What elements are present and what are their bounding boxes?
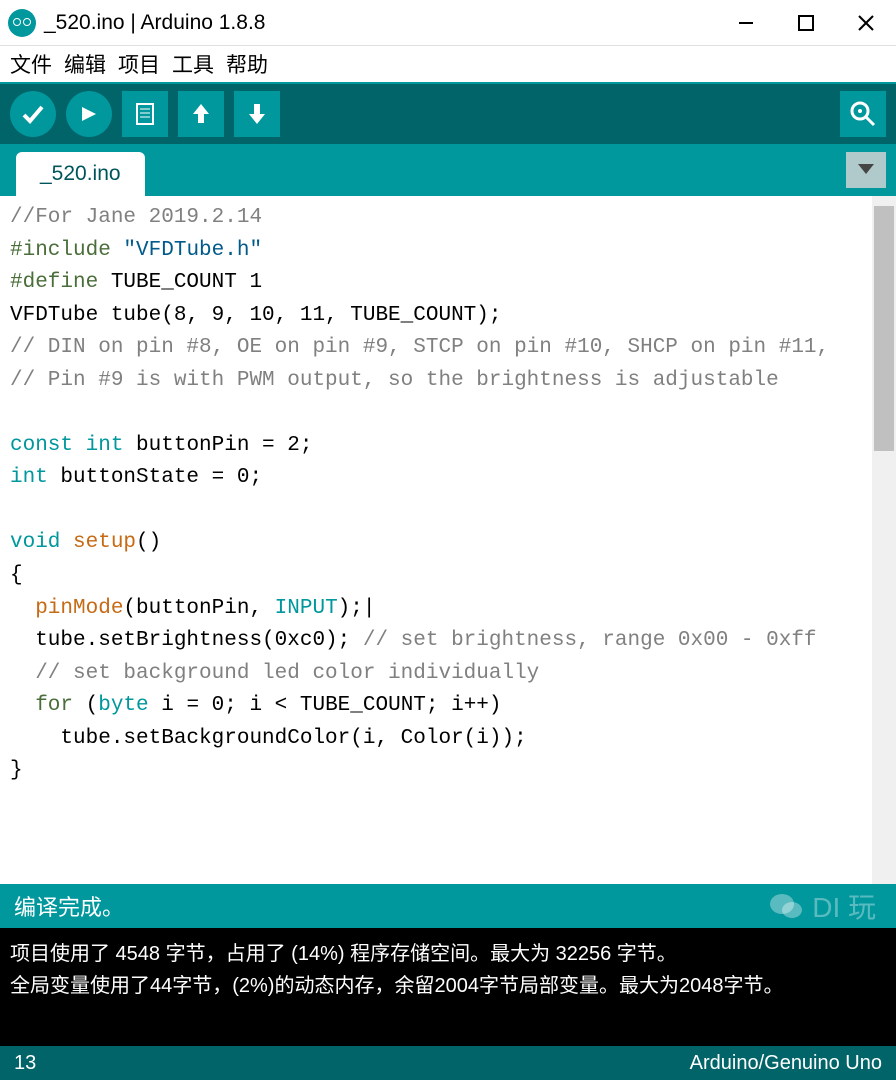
maximize-button[interactable]: [776, 0, 836, 46]
file-icon: [131, 100, 159, 128]
code-token: for: [10, 694, 73, 717]
window-title: _520.ino | Arduino 1.8.8: [44, 11, 716, 35]
code-line: // set background led color individually: [10, 662, 539, 685]
minimize-button[interactable]: [716, 0, 776, 46]
menu-help[interactable]: 帮助: [222, 47, 272, 81]
toolbar: [0, 82, 896, 144]
arrow-right-icon: [76, 101, 102, 127]
arrow-up-icon: [187, 100, 215, 128]
tab-menu-button[interactable]: [846, 152, 886, 188]
board-name: Arduino/Genuino Uno: [690, 1052, 882, 1075]
save-button[interactable]: [234, 91, 280, 137]
code-line: // DIN on pin #8, OE on pin #9, STCP on …: [10, 336, 829, 359]
code-token: (): [136, 531, 161, 554]
serial-monitor-button[interactable]: [840, 91, 886, 137]
tabbar: _520.ino: [0, 144, 896, 196]
code-token: byte: [98, 694, 148, 717]
code-editor[interactable]: //For Jane 2019.2.14 #include "VFDTube.h…: [0, 196, 872, 884]
editor-scrollbar[interactable]: [872, 196, 896, 884]
code-token: buttonPin = 2;: [123, 434, 312, 457]
code-token: pinMode: [10, 597, 123, 620]
code-token: i = 0; i < TUBE_COUNT; i++): [149, 694, 502, 717]
code-token: setup: [60, 531, 136, 554]
code-token: #include: [10, 239, 111, 262]
check-icon: [20, 101, 46, 127]
upload-button[interactable]: [66, 91, 112, 137]
status-bar: 编译完成。 DI 玩: [0, 884, 896, 928]
code-line: }: [10, 759, 23, 782]
code-line: // Pin #9 is with PWM output, so the bri…: [10, 369, 779, 392]
tab-file[interactable]: _520.ino: [16, 152, 145, 196]
arduino-app-icon: [8, 9, 36, 37]
magnifier-icon: [848, 99, 878, 129]
console: 项目使用了 4548 字节，占用了 (14%) 程序存储空间。最大为 32256…: [0, 928, 896, 1046]
arrow-down-icon: [243, 100, 271, 128]
new-button[interactable]: [122, 91, 168, 137]
scroll-thumb[interactable]: [874, 206, 894, 451]
watermark-text: DI 玩: [812, 886, 876, 926]
status-text: 编译完成。: [14, 890, 124, 922]
code-line: tube.setBackgroundColor(i, Color(i));: [10, 727, 527, 750]
menu-file[interactable]: 文件: [6, 47, 56, 81]
code-token: buttonState = 0;: [48, 466, 262, 489]
line-number: 13: [14, 1052, 36, 1075]
wechat-icon: [768, 890, 804, 922]
code-token: );: [338, 597, 363, 620]
console-line: 全局变量使用了44字节，(2%)的动态内存，余留2004字节局部变量。最大为20…: [10, 970, 886, 1002]
bottombar: 13 Arduino/Genuino Uno: [0, 1046, 896, 1080]
code-token: void: [10, 531, 60, 554]
code-token: INPUT: [275, 597, 338, 620]
code-token: (buttonPin,: [123, 597, 274, 620]
close-icon: [857, 14, 875, 32]
editor-area: //For Jane 2019.2.14 #include "VFDTube.h…: [0, 196, 896, 884]
minimize-icon: [737, 14, 755, 32]
code-token: const: [10, 434, 73, 457]
chevron-down-icon: [858, 164, 874, 176]
code-token: #define: [10, 271, 98, 294]
open-button[interactable]: [178, 91, 224, 137]
maximize-icon: [798, 15, 814, 31]
console-line: 项目使用了 4548 字节，占用了 (14%) 程序存储空间。最大为 32256…: [10, 938, 886, 970]
code-line: {: [10, 564, 23, 587]
menu-edit[interactable]: 编辑: [60, 47, 110, 81]
code-line: VFDTube tube(8, 9, 10, 11, TUBE_COUNT);: [10, 304, 501, 327]
code-token: (: [73, 694, 98, 717]
code-token: tube.setBrightness(0xc0);: [10, 629, 363, 652]
code-token: TUBE_COUNT 1: [98, 271, 262, 294]
verify-button[interactable]: [10, 91, 56, 137]
code-token: "VFDTube.h": [111, 239, 262, 262]
close-button[interactable]: [836, 0, 896, 46]
menu-tools[interactable]: 工具: [168, 47, 218, 81]
window-titlebar: _520.ino | Arduino 1.8.8: [0, 0, 896, 46]
code-line: //For Jane 2019.2.14: [10, 206, 262, 229]
menubar: 文件 编辑 项目 工具 帮助: [0, 46, 896, 82]
code-token: int: [73, 434, 123, 457]
code-token: int: [10, 466, 48, 489]
watermark: DI 玩: [768, 886, 876, 926]
code-token: // set brightness, range 0x00 - 0xff: [363, 629, 817, 652]
menu-sketch[interactable]: 项目: [114, 47, 164, 81]
